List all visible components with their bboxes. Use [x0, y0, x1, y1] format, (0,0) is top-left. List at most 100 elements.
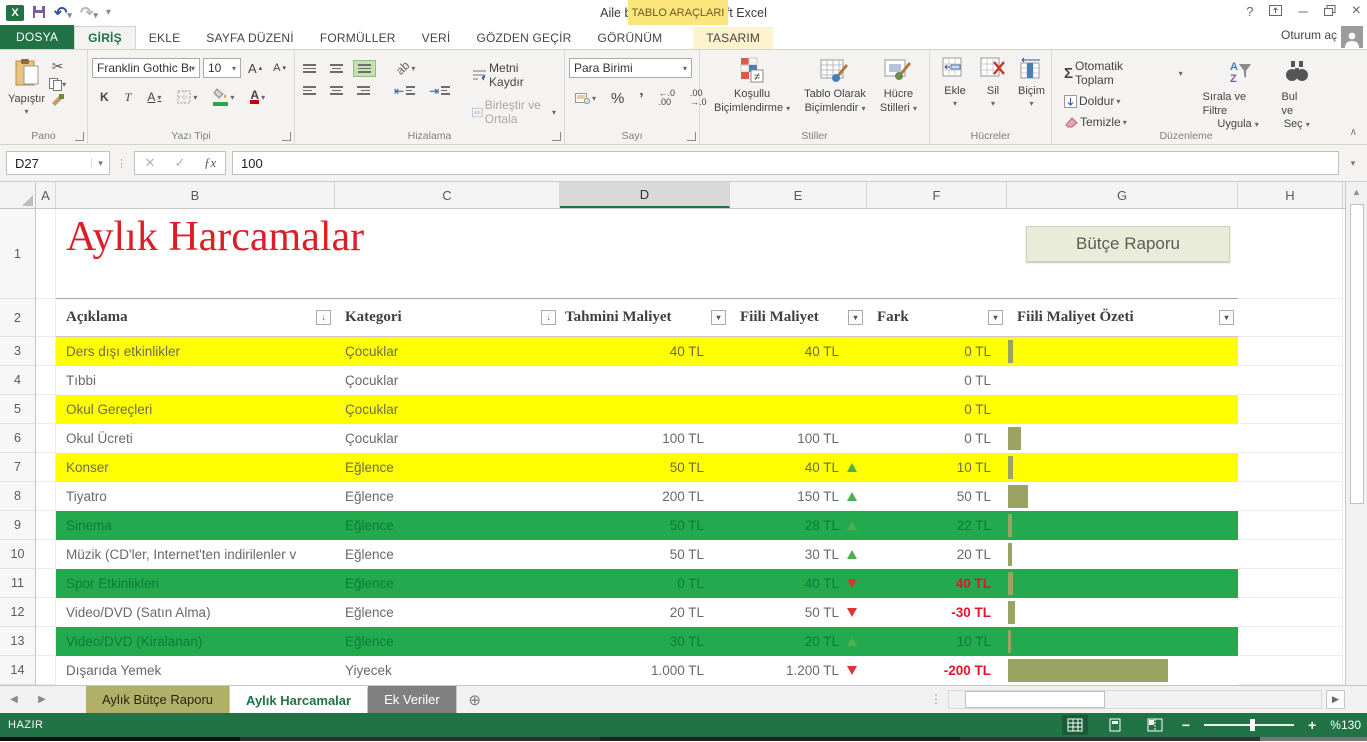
cell-H3[interactable]	[1238, 337, 1343, 366]
cell-ozet-10[interactable]	[1007, 540, 1238, 569]
underline-button[interactable]: A▾	[143, 89, 165, 105]
table-header-fiili-maliyet[interactable]: Fiili Maliyet▾	[730, 299, 867, 337]
cell-A5[interactable]	[36, 395, 56, 424]
cell-fark-11[interactable]: 40 TL	[867, 569, 1007, 598]
italic-button[interactable]: T	[121, 89, 136, 106]
zoom-slider-thumb[interactable]	[1250, 719, 1255, 731]
scroll-up-icon[interactable]: ▲	[1346, 182, 1367, 202]
cell-H10[interactable]	[1238, 540, 1343, 569]
alignment-dialog-launcher-icon[interactable]	[552, 132, 561, 141]
cell-aciklama-3[interactable]: Ders dışı etkinlikler	[56, 337, 335, 366]
cell-A9[interactable]	[36, 511, 56, 540]
autosum-button[interactable]: Σ Otomatik Toplam ▾	[1060, 58, 1187, 88]
name-box[interactable]: D27 ▾	[6, 151, 110, 175]
cell-ozet-3[interactable]	[1007, 337, 1238, 366]
tab-gozden-gecir[interactable]: GÖZDEN GEÇİR	[463, 27, 584, 49]
tab-tasarim[interactable]: TASARIM	[693, 27, 773, 49]
accounting-format-icon[interactable]: ▾	[571, 91, 600, 105]
column-header-G[interactable]: G	[1007, 182, 1238, 208]
cell-fark-6[interactable]: 0 TL	[867, 424, 1007, 453]
undo-icon[interactable]: ↶▾	[54, 3, 72, 23]
row-header-13[interactable]: 13	[0, 627, 36, 656]
cell-fiili-13[interactable]: 20 TL	[730, 627, 867, 656]
cell-fiili-6[interactable]: 100 TL	[730, 424, 867, 453]
grow-font-icon[interactable]: A▴	[244, 60, 266, 77]
save-icon[interactable]	[32, 5, 46, 21]
scroll-right-icon[interactable]: ▶	[1326, 690, 1345, 709]
cell-tahmini-14[interactable]: 1.000 TL	[560, 656, 730, 685]
table-header-fark[interactable]: Fark▾	[867, 299, 1007, 337]
cell-ozet-6[interactable]	[1007, 424, 1238, 453]
cell-aciklama-12[interactable]: Video/DVD (Satın Alma)	[56, 598, 335, 627]
name-box-dropdown-icon[interactable]: ▾	[91, 158, 109, 169]
redo-icon[interactable]: ↷▾	[80, 3, 98, 23]
cell-fark-9[interactable]: 22 TL	[867, 511, 1007, 540]
cell-H14[interactable]	[1238, 656, 1343, 685]
bold-button[interactable]: K	[96, 89, 113, 105]
filter-dropdown-icon[interactable]: ▾	[1219, 310, 1234, 325]
cell-H5[interactable]	[1238, 395, 1343, 424]
cell-A11[interactable]	[36, 569, 56, 598]
cell-H1[interactable]	[1238, 209, 1343, 299]
merge-center-button[interactable]: Birleştir ve Ortala ▾	[468, 97, 560, 127]
new-sheet-icon[interactable]: ⊕	[457, 686, 493, 713]
cell-fark-14[interactable]: -200 TL	[867, 656, 1007, 685]
cell-ozet-5[interactable]	[1007, 395, 1238, 424]
cell-A10[interactable]	[36, 540, 56, 569]
borders-icon[interactable]: ▾	[173, 89, 201, 105]
cell-fiili-4[interactable]	[730, 366, 867, 395]
zoom-level[interactable]: %130	[1330, 718, 1361, 732]
sheet-tab-aylik-butce-raporu[interactable]: Aylık Bütçe Raporu	[86, 686, 230, 713]
comma-style-icon[interactable]: ’	[635, 89, 647, 108]
cell-tahmini-13[interactable]: 30 TL	[560, 627, 730, 656]
cell-fiili-10[interactable]: 30 TL	[730, 540, 867, 569]
row-header-7[interactable]: 7	[0, 453, 36, 482]
vertical-scroll-thumb[interactable]	[1350, 204, 1364, 504]
sheet-tab-aylik-harcamalar[interactable]: Aylık Harcamalar	[230, 686, 368, 713]
shrink-font-icon[interactable]: A▾	[269, 61, 290, 75]
restore-icon[interactable]	[1324, 4, 1336, 19]
cell-kategori-12[interactable]: Eğlence	[335, 598, 560, 627]
cell-aciklama-5[interactable]: Okul Gereçleri	[56, 395, 335, 424]
filter-dropdown-icon[interactable]: ▾	[711, 310, 726, 325]
table-header-fiili-maliyet-zeti[interactable]: Fiili Maliyet Özeti▾	[1007, 299, 1238, 337]
formula-bar-expand-icon[interactable]: ▾	[1345, 158, 1361, 169]
align-left-icon[interactable]	[299, 83, 320, 98]
table-header-kategori[interactable]: Kategori↓	[335, 299, 560, 337]
row-header-5[interactable]: 5	[0, 395, 36, 424]
row-header-14[interactable]: 14	[0, 656, 36, 685]
row-header-10[interactable]: 10	[0, 540, 36, 569]
cell-A3[interactable]	[36, 337, 56, 366]
cell-tahmini-5[interactable]	[560, 395, 730, 424]
cell-A8[interactable]	[36, 482, 56, 511]
row-header-8[interactable]: 8	[0, 482, 36, 511]
cell-fiili-12[interactable]: 50 TL	[730, 598, 867, 627]
ribbon-display-icon[interactable]	[1269, 4, 1282, 19]
cell-H13[interactable]	[1238, 627, 1343, 656]
cell-A2[interactable]	[36, 299, 56, 337]
format-cells-button[interactable]: Biçim▾	[1014, 54, 1049, 128]
zoom-out-icon[interactable]: −	[1182, 717, 1190, 733]
vertical-scrollbar[interactable]: ▲	[1345, 182, 1367, 685]
avatar-icon[interactable]	[1341, 26, 1363, 48]
cell-fiili-11[interactable]: 40 TL	[730, 569, 867, 598]
increase-decimal-icon[interactable]: ←.0.00	[655, 88, 680, 108]
column-header-H[interactable]: H	[1238, 182, 1343, 208]
help-icon[interactable]: ?	[1246, 4, 1253, 19]
sheet-tab-ek-veriler[interactable]: Ek Veriler	[368, 686, 457, 713]
cell-fiili-8[interactable]: 150 TL	[730, 482, 867, 511]
cell-kategori-3[interactable]: Çocuklar	[335, 337, 560, 366]
cell-tahmini-12[interactable]: 20 TL	[560, 598, 730, 627]
cell-H6[interactable]	[1238, 424, 1343, 453]
sign-in-link[interactable]: Oturum aç	[1281, 28, 1337, 42]
cell-fiili-14[interactable]: 1.200 TL	[730, 656, 867, 685]
percent-style-icon[interactable]: %	[607, 89, 628, 108]
cell-fiili-7[interactable]: 40 TL	[730, 453, 867, 482]
cell-kategori-7[interactable]: Eğlence	[335, 453, 560, 482]
tab-giris[interactable]: GİRİŞ	[74, 26, 136, 49]
cell-H7[interactable]	[1238, 453, 1343, 482]
sheet-nav-left-icon[interactable]: ◀	[0, 686, 28, 713]
middle-align-icon[interactable]	[326, 61, 347, 76]
cell-kategori-14[interactable]: Yiyecek	[335, 656, 560, 685]
formula-bar-handle[interactable]: ⋮	[116, 157, 128, 170]
